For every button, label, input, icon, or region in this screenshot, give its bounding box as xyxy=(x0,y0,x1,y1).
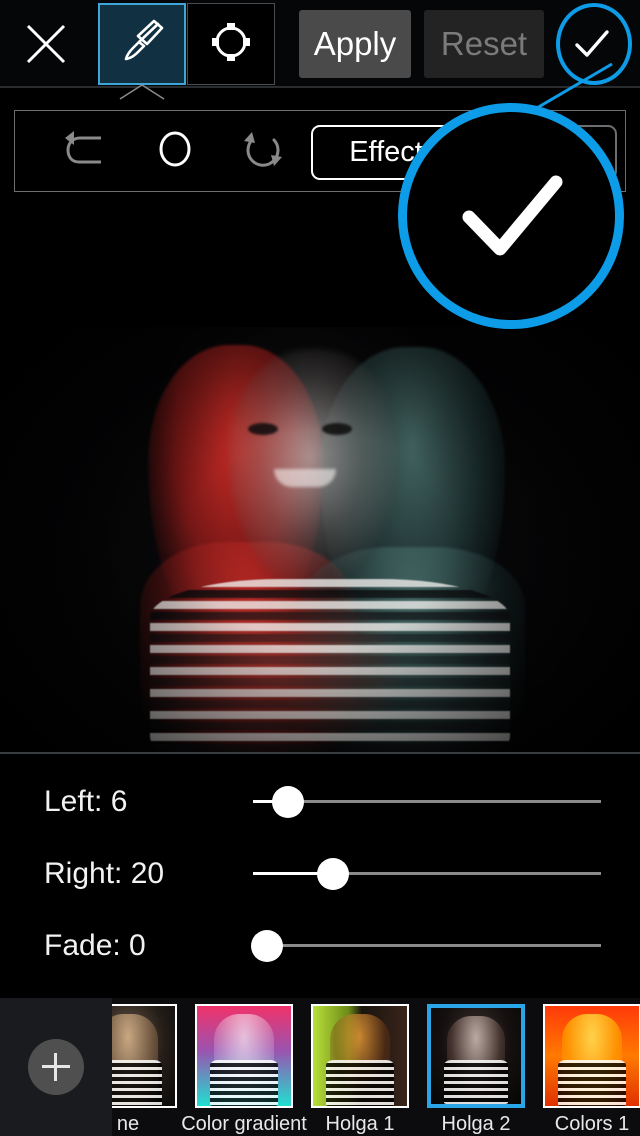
brush-size-button[interactable] xyxy=(143,119,207,183)
redo-refresh-icon xyxy=(240,126,286,177)
filter-thumbnail[interactable]: Color gradient xyxy=(181,998,307,1136)
tab-brush-tool[interactable] xyxy=(98,3,186,85)
filter-label: Color gradient xyxy=(181,1113,307,1135)
left-slider-thumb[interactable] xyxy=(272,786,304,818)
filter-preview-image[interactable] xyxy=(543,1004,640,1108)
undo-button[interactable] xyxy=(55,119,119,183)
filter-thumbnail[interactable]: Holga 1 xyxy=(302,998,418,1136)
tab-shape-mask-tool[interactable] xyxy=(187,3,275,85)
fade-slider-label: Fade: 0 xyxy=(44,929,146,962)
callout-magnifier xyxy=(398,103,624,329)
top-toolbar: Apply Reset xyxy=(0,0,640,88)
apply-button[interactable]: Apply xyxy=(299,10,411,78)
slider-row-right: Right: 20 xyxy=(0,850,640,900)
left-slider[interactable] xyxy=(253,786,601,818)
filter-thumbnail[interactable]: Colors 1 xyxy=(534,998,640,1136)
right-slider-thumb[interactable] xyxy=(317,858,349,890)
filter-preview-image[interactable] xyxy=(311,1004,409,1108)
photo-vignette xyxy=(0,327,640,752)
confirm-checkmark-button[interactable] xyxy=(556,8,628,80)
fade-slider[interactable] xyxy=(251,930,601,962)
filter-strip[interactable]: ne Color gradient Holga 1 Holga 2 Colors 1 xyxy=(0,998,640,1136)
photo-canvas[interactable] xyxy=(0,327,640,752)
reset-button[interactable]: Reset xyxy=(424,10,544,78)
filter-label: Holga 1 xyxy=(325,1113,395,1135)
filter-label: Colors 1 xyxy=(554,1113,630,1135)
right-slider[interactable] xyxy=(253,858,601,890)
slider-row-left: Left: 6 xyxy=(0,778,640,828)
fade-slider-thumb[interactable] xyxy=(251,930,283,962)
filter-preview-image[interactable] xyxy=(195,1004,293,1108)
slider-row-fade: Fade: 0 xyxy=(0,922,640,972)
adjustment-sliders-panel: Left: 6 Right: 20 Fade: 0 xyxy=(0,752,640,998)
filter-thumbnail[interactable]: Holga 2 xyxy=(418,998,534,1136)
filter-preview-image[interactable] xyxy=(427,1004,525,1108)
paintbrush-icon xyxy=(117,17,167,72)
add-filter-panel[interactable] xyxy=(0,998,112,1136)
filter-label: ne xyxy=(116,1113,140,1135)
undo-arrow-icon xyxy=(61,125,113,178)
brush-size-circle-icon xyxy=(155,127,195,176)
filter-label: Holga 2 xyxy=(441,1113,511,1135)
plus-icon[interactable] xyxy=(28,1039,84,1095)
active-tab-pointer xyxy=(118,84,166,100)
right-slider-label: Right: 20 xyxy=(44,857,165,890)
checkmark-icon xyxy=(436,139,586,294)
edited-photo xyxy=(0,327,640,752)
redo-button[interactable] xyxy=(231,119,295,183)
close-icon[interactable] xyxy=(10,8,82,80)
left-slider-label: Left: 6 xyxy=(44,785,128,818)
circle-handles-icon xyxy=(207,18,255,71)
photo-editor-screen: Apply Reset Effect Left: 6 Right: 20 Fad… xyxy=(0,0,640,1136)
